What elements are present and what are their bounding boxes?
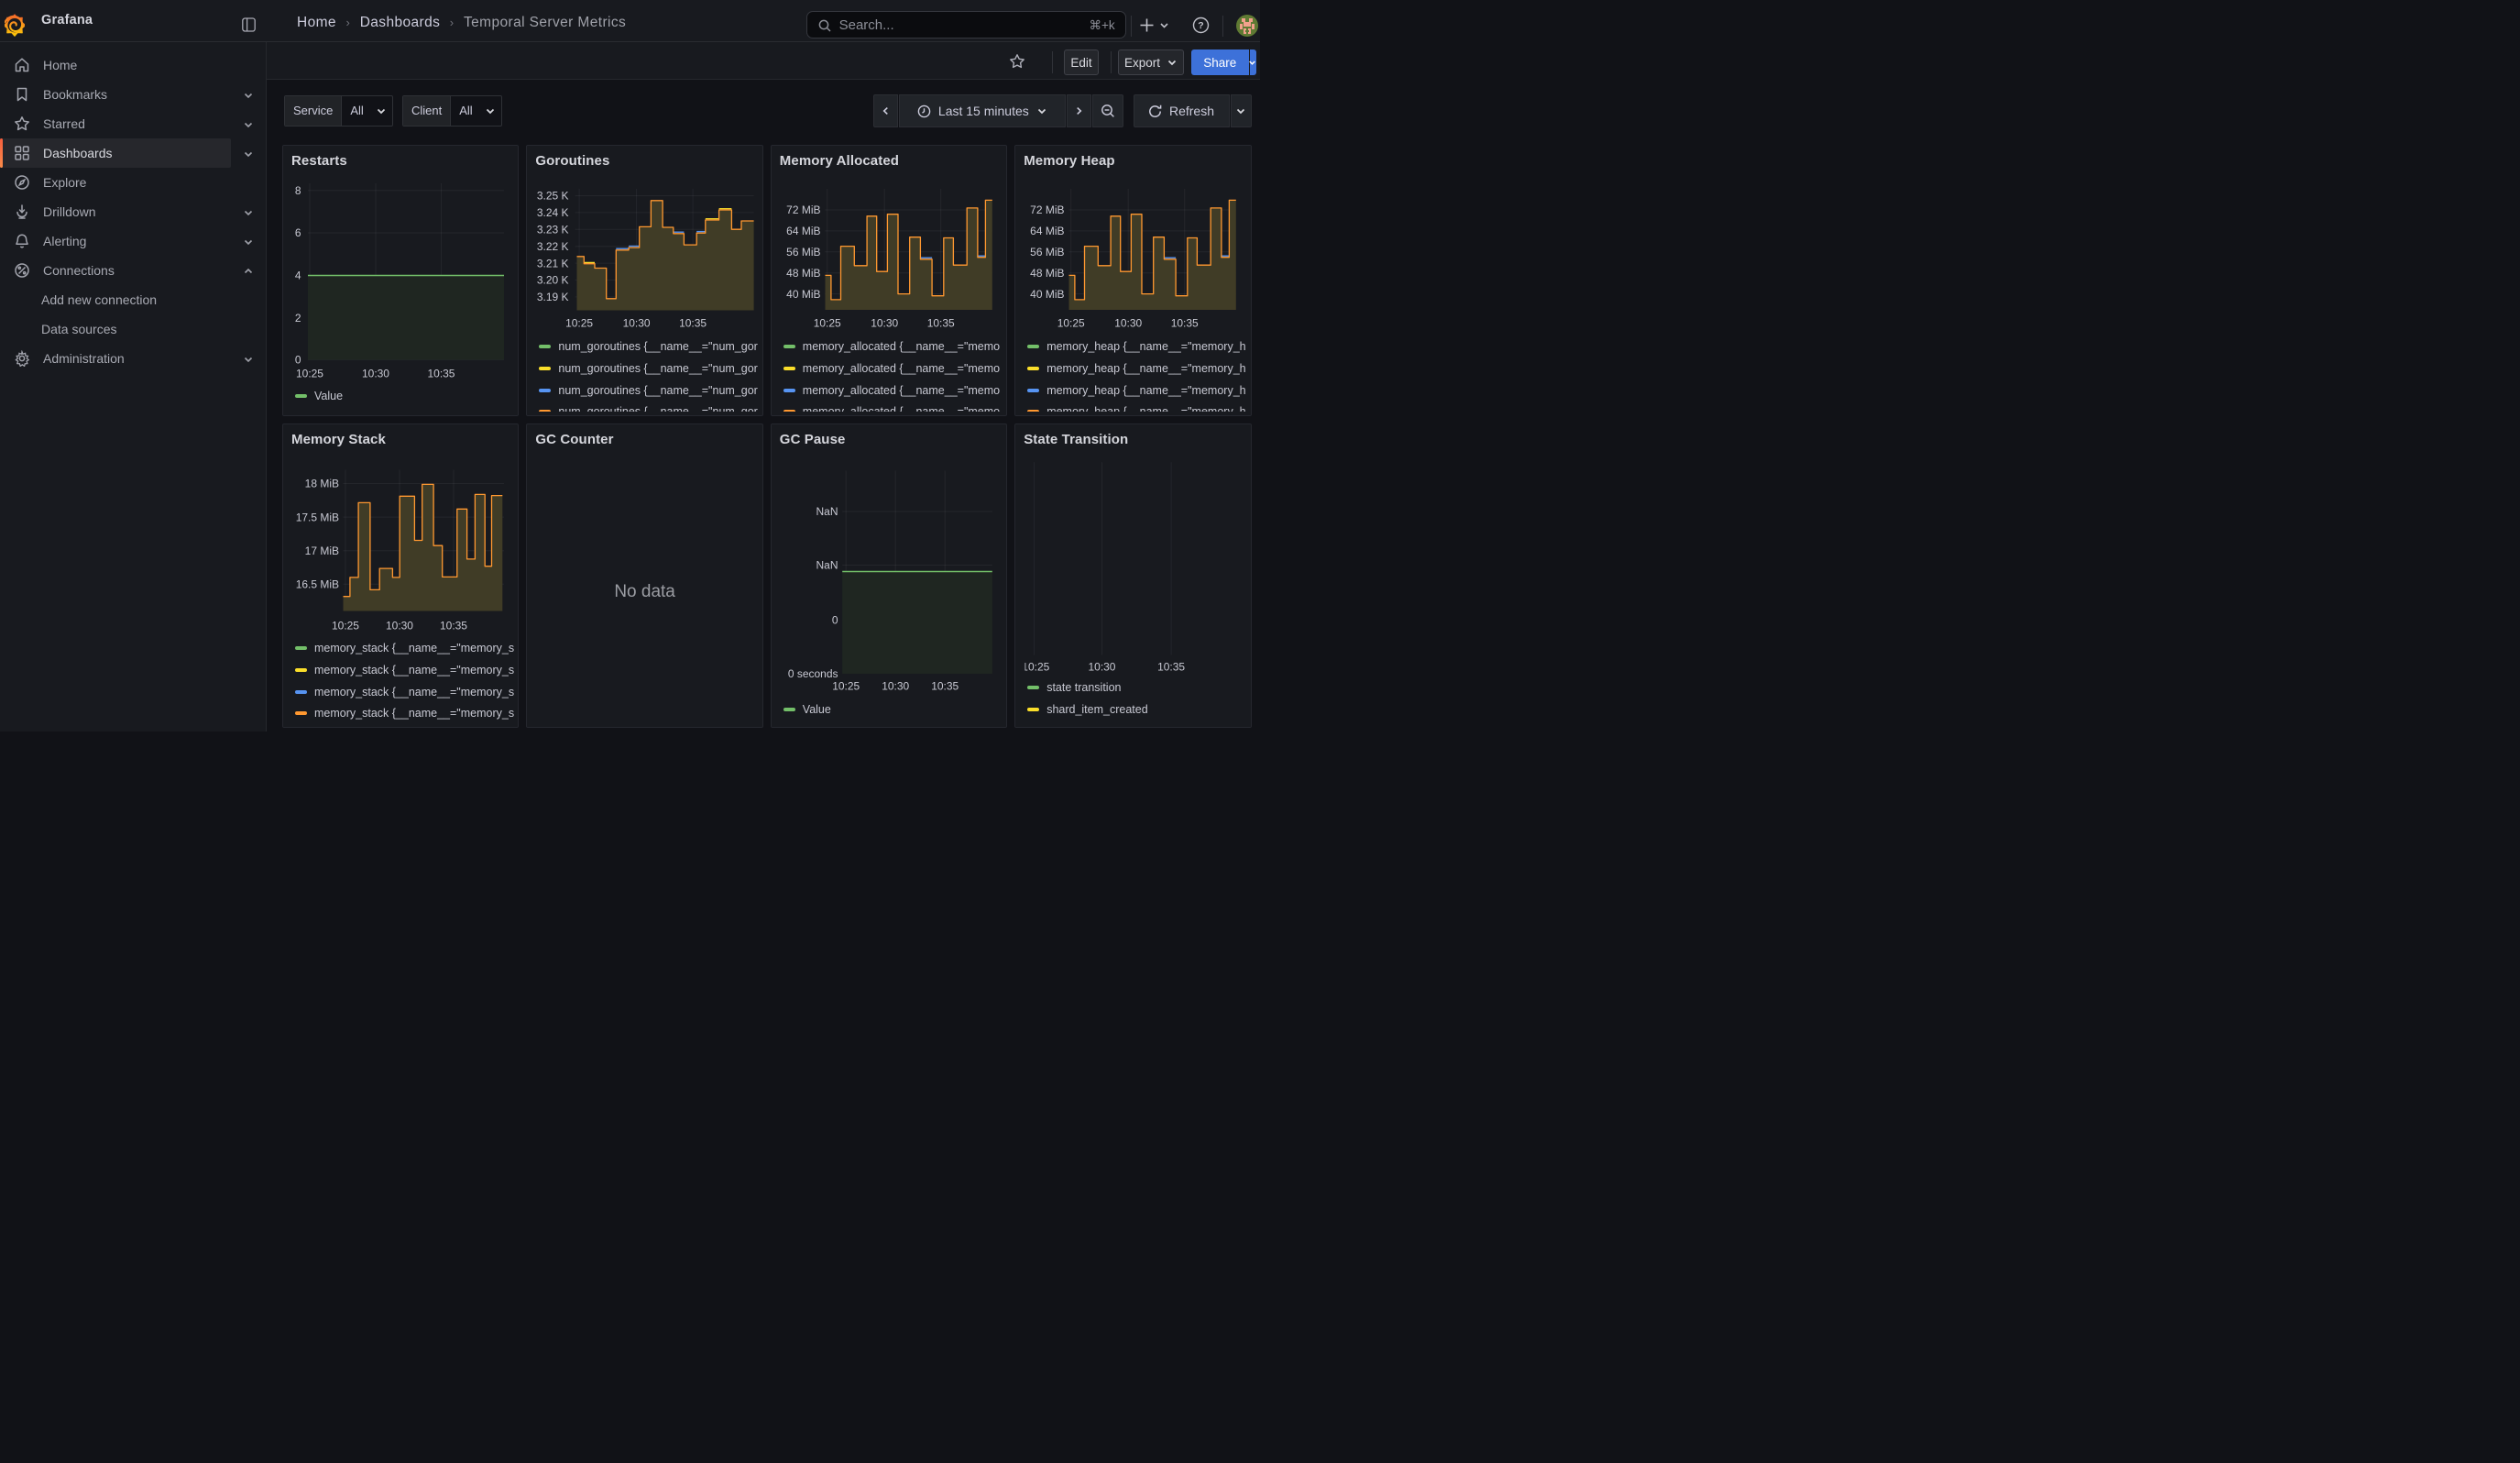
svg-text:8: 8 — [295, 184, 301, 197]
svg-text:10:30: 10:30 — [1114, 316, 1142, 329]
svg-text:17.5 MiB: 17.5 MiB — [296, 511, 339, 523]
svg-text:3.25 K: 3.25 K — [537, 190, 569, 203]
svg-text:10:25: 10:25 — [332, 619, 359, 632]
svg-text:0: 0 — [832, 613, 838, 626]
svg-text:?: ? — [1198, 20, 1203, 31]
svg-text:3.23 K: 3.23 K — [537, 224, 569, 236]
svg-text:10:35: 10:35 — [440, 619, 467, 632]
svg-text:10:25: 10:25 — [832, 679, 860, 692]
svg-text:3.22 K: 3.22 K — [537, 240, 569, 253]
svg-text:10:30: 10:30 — [362, 367, 389, 380]
svg-text:48 MiB: 48 MiB — [1030, 267, 1064, 280]
svg-text:56 MiB: 56 MiB — [786, 246, 820, 258]
svg-text:40 MiB: 40 MiB — [1030, 288, 1064, 301]
svg-text:10:35: 10:35 — [1171, 316, 1199, 329]
svg-text:3.21 K: 3.21 K — [537, 257, 569, 270]
svg-text:10:35: 10:35 — [931, 679, 959, 692]
svg-text:10:30: 10:30 — [882, 679, 909, 692]
svg-text:64 MiB: 64 MiB — [786, 225, 820, 237]
svg-text:2: 2 — [295, 312, 301, 324]
svg-text:6: 6 — [295, 226, 301, 239]
svg-text:3.24 K: 3.24 K — [537, 206, 569, 219]
svg-text:10:25: 10:25 — [296, 367, 323, 380]
svg-text:10:30: 10:30 — [1089, 660, 1116, 673]
svg-text:10:30: 10:30 — [623, 316, 651, 329]
svg-text:0: 0 — [295, 354, 301, 367]
svg-text:NaN: NaN — [816, 558, 838, 571]
svg-text:0 seconds: 0 seconds — [788, 667, 838, 680]
svg-text:10:25: 10:25 — [565, 316, 593, 329]
svg-text:10:35: 10:35 — [926, 316, 954, 329]
svg-text:10:25: 10:25 — [1022, 660, 1049, 673]
svg-text:40 MiB: 40 MiB — [786, 288, 820, 301]
svg-text:64 MiB: 64 MiB — [1030, 225, 1064, 237]
svg-text:10:35: 10:35 — [1157, 660, 1185, 673]
svg-text:NaN: NaN — [816, 505, 838, 518]
svg-text:10:25: 10:25 — [813, 316, 840, 329]
svg-text:3.20 K: 3.20 K — [537, 274, 569, 287]
svg-text:56 MiB: 56 MiB — [1030, 246, 1064, 258]
svg-text:4: 4 — [295, 270, 301, 282]
svg-text:17 MiB: 17 MiB — [305, 544, 339, 556]
svg-text:48 MiB: 48 MiB — [786, 267, 820, 280]
svg-text:72 MiB: 72 MiB — [1030, 204, 1064, 216]
svg-text:10:35: 10:35 — [679, 316, 707, 329]
svg-text:3.19 K: 3.19 K — [537, 291, 569, 303]
svg-text:10:30: 10:30 — [386, 619, 413, 632]
svg-text:72 MiB: 72 MiB — [786, 204, 820, 216]
svg-text:18 MiB: 18 MiB — [305, 477, 339, 490]
svg-text:10:30: 10:30 — [871, 316, 898, 329]
svg-text:10:35: 10:35 — [427, 367, 455, 380]
svg-text:16.5 MiB: 16.5 MiB — [296, 578, 339, 590]
svg-text:10:25: 10:25 — [1057, 316, 1085, 329]
